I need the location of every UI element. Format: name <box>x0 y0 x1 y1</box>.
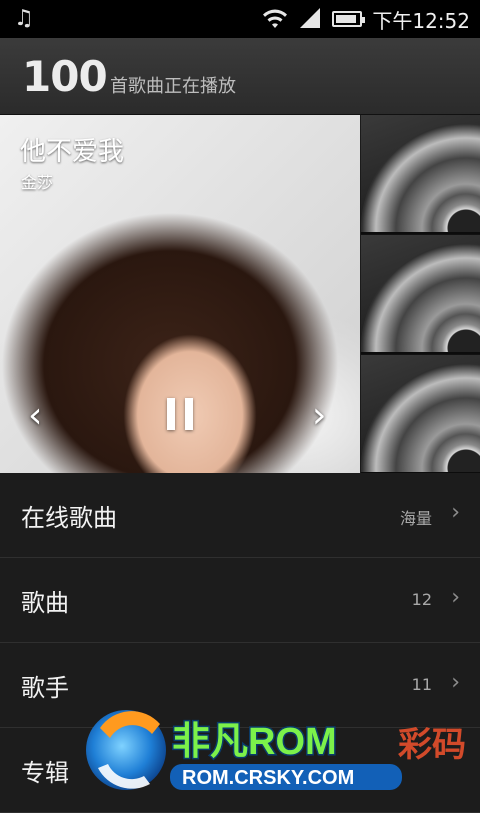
now-playing-header[interactable]: 100 首歌曲正在播放 <box>0 38 480 115</box>
pause-icon[interactable] <box>165 398 195 430</box>
album-art[interactable]: 他不爱我 金莎 ‹ › <box>0 115 360 473</box>
chevron-right-icon[interactable]: › <box>312 395 326 436</box>
status-icons: 下午12:52 <box>262 0 470 38</box>
status-bar: ♫ 下午12:52 <box>0 0 480 38</box>
wifi-icon <box>263 9 288 28</box>
artist-name: 金莎 <box>21 173 54 192</box>
status-time: 下午12:52 <box>372 8 470 33</box>
list-item-badge: 11 <box>411 675 432 694</box>
disc-placeholder[interactable] <box>361 115 480 234</box>
list-item-online-songs[interactable]: 在线歌曲 海量 › <box>0 473 480 558</box>
music-note-icon: ♫ <box>14 6 34 31</box>
list-item-badge: 12 <box>411 590 432 609</box>
song-title: 他不爱我 <box>20 137 125 167</box>
list-item-label: 在线歌曲 <box>21 504 117 532</box>
song-count-label: 首歌曲正在播放 <box>110 76 236 97</box>
chevron-right-icon: › <box>451 500 460 525</box>
list-item-label: 专辑 <box>21 759 69 787</box>
watermark-url: ROM.CRSKY.COM <box>182 767 354 789</box>
disc-placeholder[interactable] <box>361 235 480 354</box>
list-item-songs[interactable]: 歌曲 12 › <box>0 558 480 643</box>
song-count: 100 <box>22 52 108 101</box>
battery-icon <box>332 11 366 27</box>
watermark-logo: 非凡ROM 彩码 ROM.CRSKY.COM <box>86 710 466 790</box>
list-item-badge: 海量 <box>399 509 432 528</box>
chevron-right-icon: › <box>451 670 460 695</box>
disc-stack <box>361 115 480 474</box>
watermark-brand: 非凡ROM <box>172 721 337 763</box>
signal-strength-icon <box>300 8 321 28</box>
chevron-right-icon: › <box>451 585 460 610</box>
watermark-brand-suffix: 彩码 <box>398 726 466 764</box>
disc-placeholder[interactable] <box>361 355 480 474</box>
chevron-left-icon[interactable]: ‹ <box>28 395 42 436</box>
list-item-label: 歌手 <box>21 674 69 702</box>
list-item-label: 歌曲 <box>21 589 69 617</box>
